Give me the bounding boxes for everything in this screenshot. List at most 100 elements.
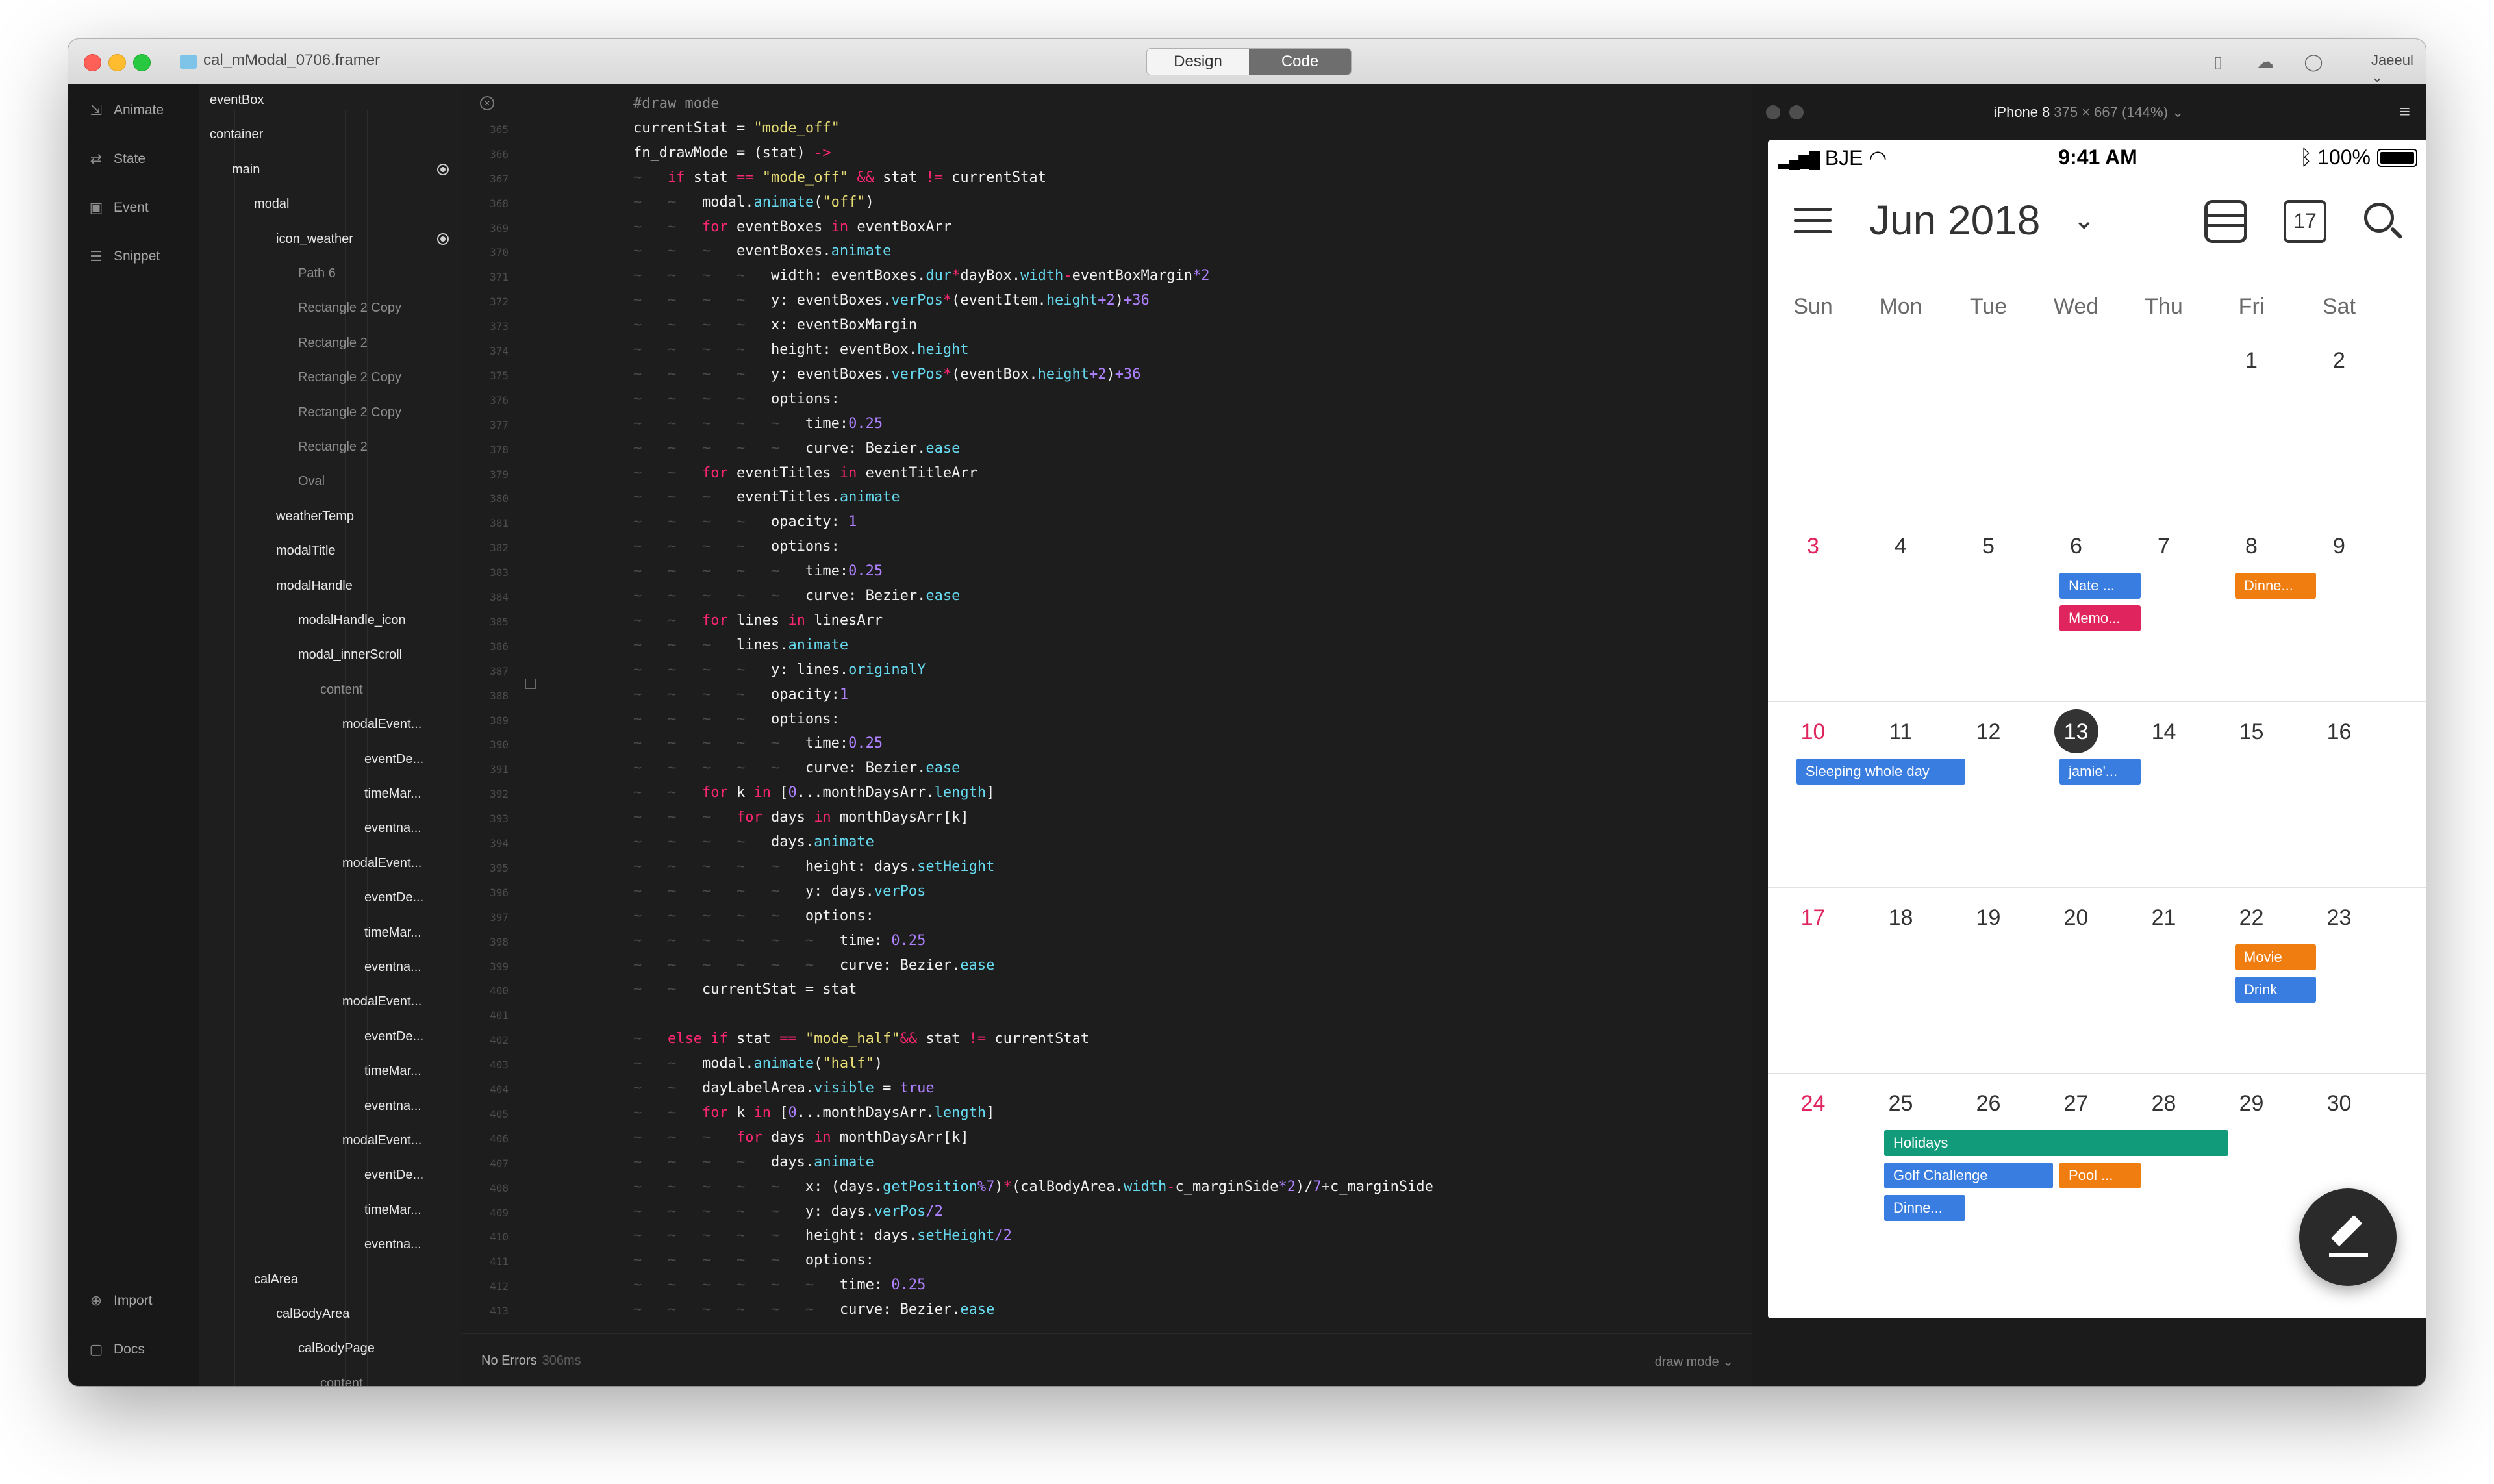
- target-icon[interactable]: [437, 233, 449, 245]
- tool-snippet[interactable]: ☰ Snippet: [88, 248, 160, 265]
- hamburger-menu-icon[interactable]: ≡: [2400, 101, 2410, 122]
- layer-item[interactable]: content: [320, 683, 363, 698]
- day-cell[interactable]: 30: [2295, 1091, 2383, 1116]
- day-cell[interactable]: 18: [1857, 905, 1945, 931]
- layer-item[interactable]: eventna...: [364, 960, 422, 975]
- tab-design[interactable]: Design: [1147, 49, 1249, 75]
- layer-item[interactable]: Rectangle 2 Copy: [298, 370, 401, 385]
- layer-item[interactable]: container: [210, 127, 263, 142]
- event-chip[interactable]: Nate ...: [2059, 573, 2141, 599]
- layer-item[interactable]: modalEvent...: [342, 856, 422, 871]
- chevron-down-icon[interactable]: ⌄: [2073, 205, 2095, 235]
- day-cell[interactable]: 5: [1945, 534, 2032, 559]
- event-chip[interactable]: jamie'...: [2059, 759, 2141, 785]
- day-cell[interactable]: 7: [2120, 534, 2208, 559]
- user-menu[interactable]: Jaeeul ⌄: [2371, 52, 2426, 86]
- day-cell[interactable]: 2: [2295, 348, 2383, 373]
- layer-item[interactable]: modalHandle: [276, 579, 353, 594]
- minimize-window-button[interactable]: [108, 54, 126, 71]
- layer-item[interactable]: icon_weather: [276, 232, 353, 247]
- day-cell[interactable]: 15: [2208, 720, 2295, 745]
- day-cell[interactable]: 14: [2120, 720, 2208, 745]
- tab-code[interactable]: Code: [1249, 49, 1351, 75]
- layer-item[interactable]: content: [320, 1376, 363, 1386]
- event-chip[interactable]: Drink: [2235, 977, 2316, 1003]
- layer-item[interactable]: timeMar...: [364, 925, 422, 940]
- event-chip[interactable]: Movie: [2235, 944, 2316, 970]
- event-chip[interactable]: Memo...: [2059, 605, 2141, 631]
- event-chip[interactable]: Golf Challenge: [1884, 1163, 2053, 1188]
- layer-item[interactable]: modal_innerScroll: [298, 648, 402, 662]
- layer-item[interactable]: eventna...: [364, 821, 422, 836]
- event-chip[interactable]: Dinne...: [2235, 573, 2316, 599]
- day-cell[interactable]: 22: [2208, 905, 2295, 931]
- zoom-window-button[interactable]: [133, 54, 151, 71]
- event-chip[interactable]: Pool ...: [2059, 1163, 2141, 1188]
- layer-item[interactable]: Rectangle 2: [298, 440, 368, 455]
- day-cell[interactable]: 6: [2032, 534, 2120, 559]
- day-cell[interactable]: 20: [2032, 905, 2120, 931]
- layer-item[interactable]: timeMar...: [364, 1064, 422, 1079]
- layer-item[interactable]: calBodyPage: [298, 1341, 375, 1356]
- layer-item[interactable]: modalEvent...: [342, 1133, 422, 1148]
- list-view-icon[interactable]: [2204, 200, 2247, 243]
- layer-item[interactable]: eventBox: [210, 93, 264, 108]
- tool-import[interactable]: ⊕ Import: [88, 1292, 153, 1309]
- day-cell[interactable]: 13: [2032, 720, 2120, 745]
- day-cell[interactable]: 21: [2120, 905, 2208, 931]
- day-cell[interactable]: 28: [2120, 1091, 2208, 1116]
- day-cell[interactable]: 19: [1945, 905, 2032, 931]
- layer-item[interactable]: modalEvent...: [342, 994, 422, 1009]
- month-title[interactable]: Jun 2018: [1869, 196, 2040, 244]
- layer-item[interactable]: timeMar...: [364, 786, 422, 801]
- day-cell[interactable]: 24: [1769, 1091, 1857, 1116]
- layer-item[interactable]: Rectangle 2 Copy: [298, 301, 401, 316]
- day-cell[interactable]: 29: [2208, 1091, 2295, 1116]
- day-cell[interactable]: 3: [1769, 534, 1857, 559]
- layer-item[interactable]: Rectangle 2: [298, 336, 368, 351]
- day-cell[interactable]: 10: [1769, 720, 1857, 745]
- layer-item[interactable]: calArea: [254, 1272, 298, 1287]
- layer-item[interactable]: eventDe...: [364, 1029, 423, 1044]
- day-cell[interactable]: 11: [1857, 720, 1945, 745]
- device-selector[interactable]: iPhone 8 375 × 667 (144%) ⌄: [1752, 104, 2426, 121]
- day-cell[interactable]: 16: [2295, 720, 2383, 745]
- event-chip[interactable]: Holidays: [1884, 1130, 2228, 1156]
- layer-item[interactable]: weatherTemp: [276, 509, 354, 524]
- day-cell[interactable]: 1: [2208, 348, 2295, 373]
- day-cell[interactable]: 8: [2208, 534, 2295, 559]
- compose-button[interactable]: [2299, 1188, 2397, 1286]
- day-cell[interactable]: 23: [2295, 905, 2383, 931]
- day-cell[interactable]: 4: [1857, 534, 1945, 559]
- layer-item[interactable]: modalHandle_icon: [298, 613, 406, 628]
- function-selector[interactable]: draw mode ⌄: [1655, 1353, 1733, 1370]
- event-chip[interactable]: Dinne...: [1884, 1195, 1965, 1221]
- day-cell[interactable]: 9: [2295, 534, 2383, 559]
- comment-icon[interactable]: ◯: [2304, 52, 2323, 71]
- layer-item[interactable]: eventDe...: [364, 752, 423, 767]
- target-icon[interactable]: [437, 163, 449, 175]
- day-cell[interactable]: 25: [1857, 1091, 1945, 1116]
- cloud-icon[interactable]: ☁: [2256, 52, 2275, 71]
- today-icon[interactable]: 17: [2284, 200, 2326, 243]
- tool-state[interactable]: ⇄ State: [88, 151, 145, 168]
- device-icon[interactable]: ▯: [2208, 52, 2228, 71]
- code-editor[interactable]: × #draw mode 365 currentStat = "mode_off" 3…: [462, 84, 1752, 1386]
- layer-item[interactable]: main: [232, 162, 260, 177]
- layer-item[interactable]: Rectangle 2 Copy: [298, 405, 401, 420]
- day-cell[interactable]: 12: [1945, 720, 2032, 745]
- layer-item[interactable]: eventna...: [364, 1237, 422, 1252]
- layer-item[interactable]: modalEvent...: [342, 717, 422, 732]
- layer-item[interactable]: modal: [254, 197, 289, 212]
- day-cell[interactable]: 27: [2032, 1091, 2120, 1116]
- layer-item[interactable]: eventna...: [364, 1099, 422, 1114]
- tool-animate[interactable]: ⇲ Animate: [88, 102, 164, 119]
- close-window-button[interactable]: [84, 54, 101, 71]
- tool-event[interactable]: ▣ Event: [88, 199, 149, 216]
- search-icon[interactable]: [2362, 200, 2404, 243]
- event-chip[interactable]: Sleeping whole day: [1796, 759, 1965, 785]
- tool-docs[interactable]: ▢ Docs: [88, 1341, 145, 1358]
- layer-item[interactable]: Path 6: [298, 266, 336, 281]
- day-cell[interactable]: 17: [1769, 905, 1857, 931]
- layer-item[interactable]: eventDe...: [364, 890, 423, 905]
